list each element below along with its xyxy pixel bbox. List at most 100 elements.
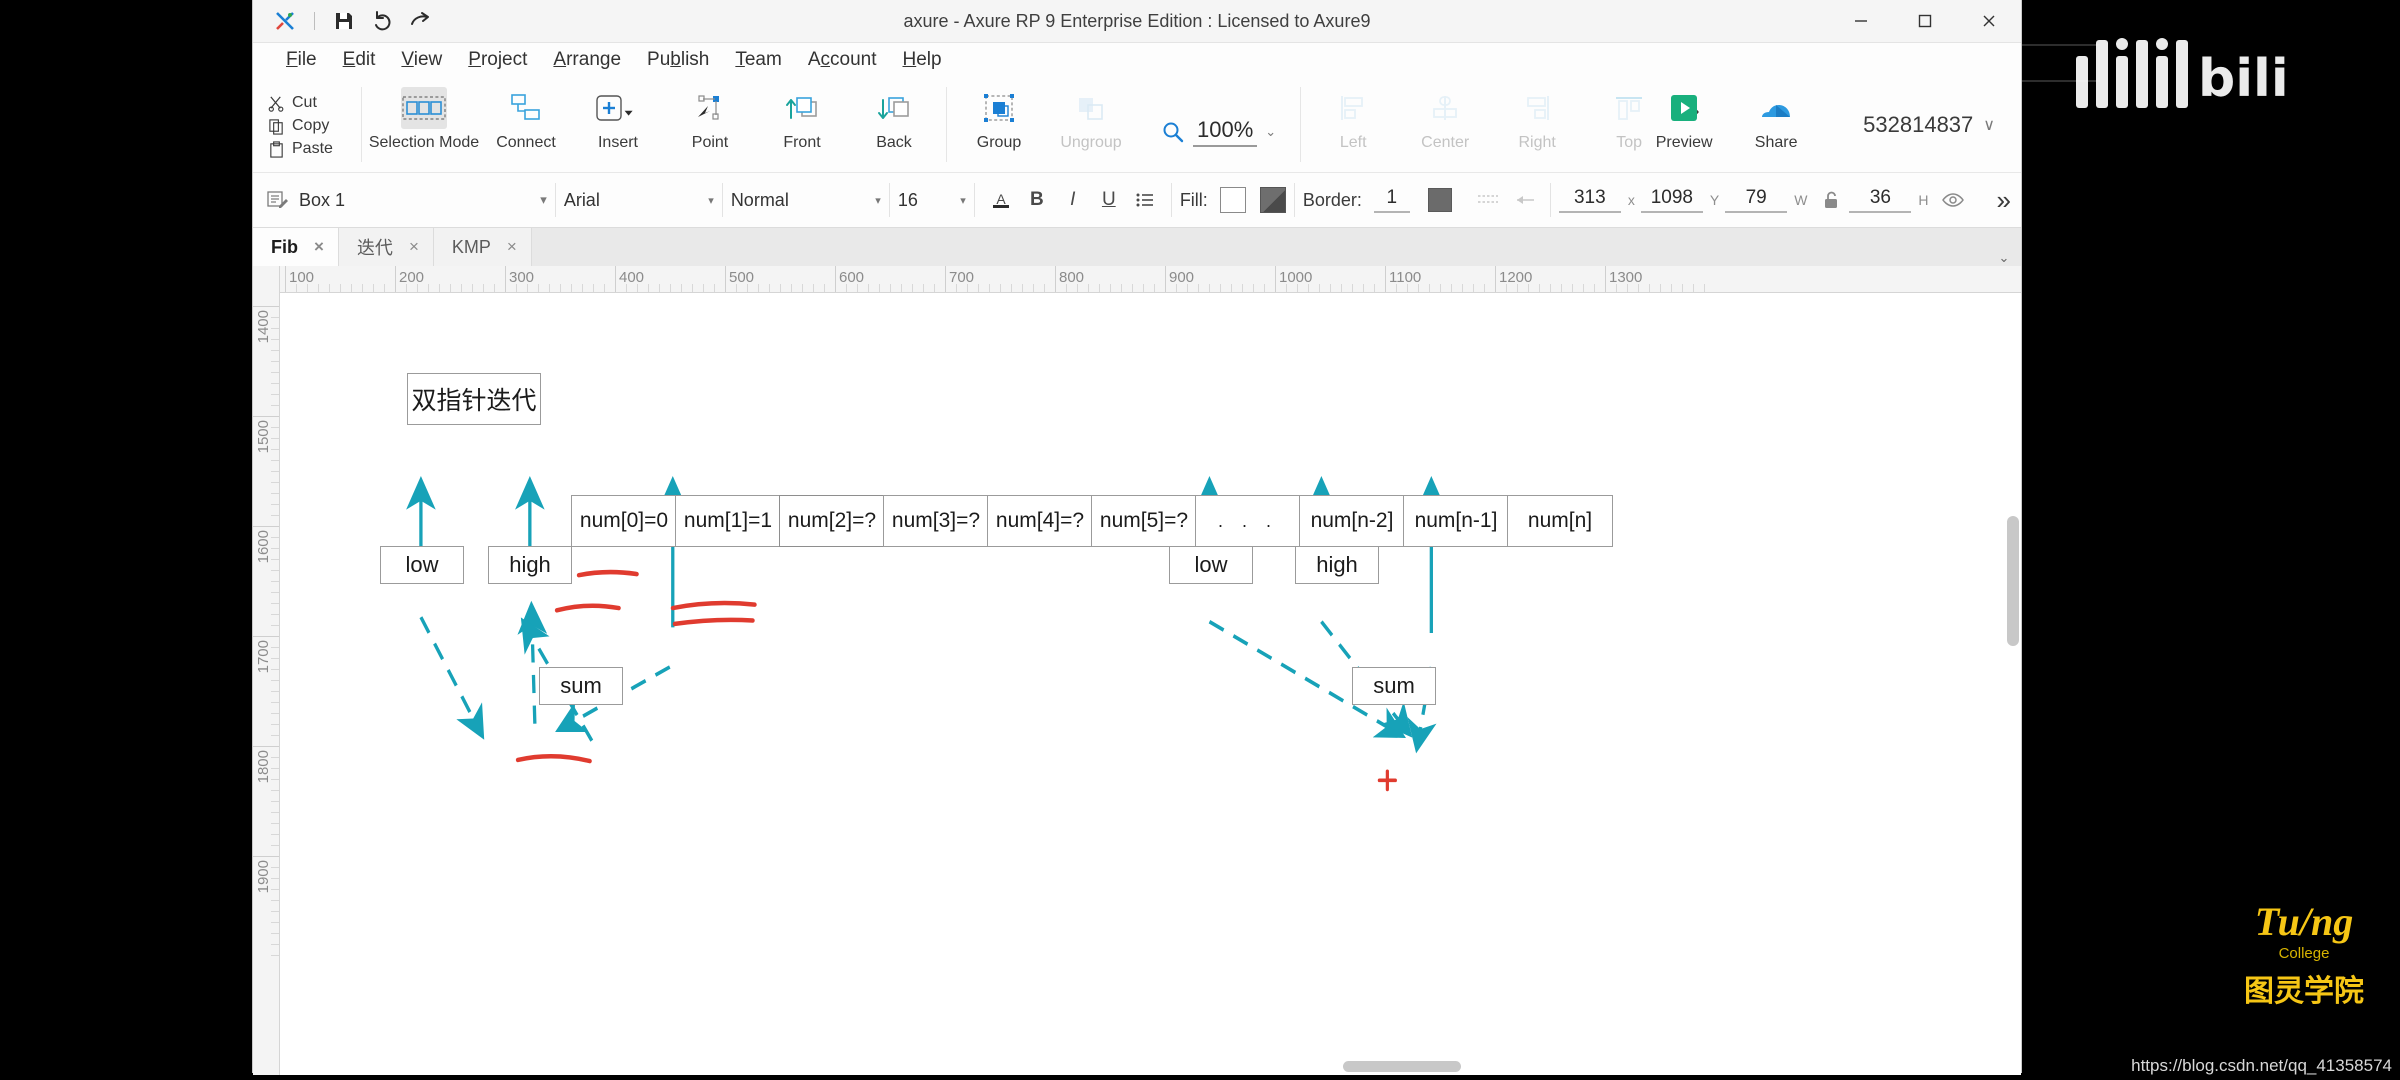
diagram-title-box[interactable]: 双指针迭代	[407, 373, 541, 425]
y-input[interactable]: 1098	[1640, 187, 1703, 213]
widget-name-field[interactable]: Box 1	[265, 188, 440, 212]
chevron-down-icon[interactable]: ⌄	[1265, 124, 1276, 140]
line-arrow-button[interactable]	[1506, 182, 1542, 218]
insert-button[interactable]: Insert	[572, 84, 664, 152]
fmt-sep-3	[888, 183, 890, 217]
ruler-minor-tick	[271, 592, 279, 593]
ruler-tick	[253, 746, 279, 747]
right-high-box[interactable]: high	[1295, 546, 1379, 584]
fill-gradient-swatch[interactable]	[1259, 187, 1286, 213]
array-cell-1[interactable]: num[1]=1	[675, 495, 781, 547]
tab-fib[interactable]: Fib ×	[253, 228, 339, 266]
paste-button[interactable]: Paste	[265, 139, 355, 159]
lock-aspect-button[interactable]	[1813, 182, 1849, 218]
array-cell-3[interactable]: num[3]=?	[883, 495, 989, 547]
close-icon[interactable]: ×	[507, 237, 517, 257]
visibility-toggle-button[interactable]	[1935, 182, 1971, 218]
tab-diedai[interactable]: 迭代 ×	[338, 228, 434, 266]
underline-button[interactable]: U	[1091, 182, 1127, 218]
ruler-minor-tick	[271, 603, 279, 604]
vertical-scrollbar-thumb[interactable]	[2007, 516, 2019, 646]
copy-button[interactable]: Copy	[265, 116, 355, 136]
array-cell-n[interactable]: num[n]	[1507, 495, 1613, 547]
ruler-minor-tick	[271, 735, 279, 736]
tabs-overflow-chevron-down-icon[interactable]: ⌄	[1987, 250, 2021, 266]
menu-file[interactable]: File	[273, 46, 330, 74]
left-sum-box[interactable]: sum	[539, 667, 623, 705]
horizontal-scrollbar-thumb[interactable]	[1343, 1061, 1461, 1072]
bullet-list-button[interactable]	[1127, 182, 1163, 218]
menu-team[interactable]: Team	[722, 46, 794, 74]
cut-button[interactable]: Cut	[265, 93, 355, 113]
align-left-button[interactable]: Left	[1307, 84, 1399, 152]
tab-kmp[interactable]: KMP ×	[433, 228, 532, 266]
widget-name-chevron-down-icon[interactable]: ▾	[540, 192, 547, 208]
preview-button[interactable]: Preview	[1638, 84, 1730, 152]
minimize-button[interactable]	[1829, 0, 1893, 42]
vertical-ruler[interactable]: 1400 1500 1600 1700 1800 1900	[253, 266, 280, 1075]
bold-label: B	[1029, 189, 1044, 210]
array-cell-2[interactable]: num[2]=?	[779, 495, 885, 547]
array-cell-0[interactable]: num[0]=0	[571, 495, 677, 547]
h-input[interactable]: 36	[1849, 187, 1912, 213]
selection-mode-button[interactable]: Selection Mode	[368, 84, 480, 152]
menu-publish[interactable]: Publish	[634, 46, 722, 74]
share-button[interactable]: Share	[1730, 84, 1822, 152]
line-style-button[interactable]	[1470, 182, 1506, 218]
font-family-select[interactable]: Arial ▾	[564, 190, 714, 211]
menu-account[interactable]: Account	[795, 46, 890, 74]
zoom-value[interactable]: 100%	[1193, 117, 1258, 147]
ruler-label: 700	[949, 269, 975, 286]
array-cell-4[interactable]: num[4]=?	[987, 495, 1093, 547]
menu-help[interactable]: Help	[890, 46, 955, 74]
menu-arrange[interactable]: Arrange	[540, 46, 634, 74]
account-menu[interactable]: 532814837 ∨	[1837, 84, 2021, 138]
ruler-minor-tick	[692, 284, 693, 292]
close-icon[interactable]: ×	[314, 237, 324, 257]
front-button[interactable]: Front	[756, 84, 848, 152]
format-overflow-button[interactable]: »	[1987, 185, 2021, 216]
array-cell-5[interactable]: num[5]=?	[1091, 495, 1197, 547]
close-button[interactable]	[1957, 0, 2021, 42]
font-size-select[interactable]: 16 ▾	[898, 190, 966, 211]
border-width-input[interactable]: 1	[1373, 187, 1410, 213]
x-input[interactable]: 313	[1558, 187, 1621, 213]
menu-view[interactable]: View	[388, 46, 455, 74]
point-button[interactable]: Point	[664, 84, 756, 152]
right-low-box[interactable]: low	[1169, 546, 1253, 584]
left-low-box[interactable]: low	[380, 546, 464, 584]
border-color-swatch[interactable]	[1427, 188, 1452, 212]
design-canvas[interactable]: 双指针迭代 num[0]=0 num[1]=1 num[2]=? num[3]=…	[280, 293, 2021, 1075]
ruler-minor-tick	[271, 394, 279, 395]
turing-sub: College	[2278, 945, 2330, 962]
align-right-button[interactable]: Right	[1491, 84, 1583, 152]
close-icon[interactable]: ×	[409, 237, 419, 257]
menu-edit[interactable]: Edit	[330, 46, 389, 74]
horizontal-ruler[interactable]: 100 200 300 400 500 600 700 800 900 1000 1100 1200 1…	[279, 266, 2021, 293]
back-button[interactable]: Back	[848, 84, 940, 152]
italic-button[interactable]: I	[1055, 182, 1091, 218]
w-input[interactable]: 79	[1725, 187, 1788, 213]
bold-button[interactable]: B	[1019, 182, 1055, 218]
array-cell-n-2[interactable]: num[n-2]	[1299, 495, 1405, 547]
array-cell-ellipsis[interactable]: . . .	[1195, 495, 1301, 547]
group-button[interactable]: Group	[953, 84, 1045, 152]
connect-button[interactable]: Connect	[480, 84, 572, 152]
maximize-button[interactable]	[1893, 0, 1957, 42]
y-unit-label: Y	[1709, 192, 1720, 208]
right-sum-box[interactable]: sum	[1352, 667, 1436, 705]
font-style-select[interactable]: Normal ▾	[731, 190, 881, 211]
ruler-minor-tick	[1407, 284, 1408, 292]
turing-cn-name: 图灵学院	[2244, 975, 2364, 1008]
array-cell-label: num[3]=?	[891, 509, 981, 532]
ruler-minor-tick	[271, 350, 279, 351]
array-cell-n-1[interactable]: num[n-1]	[1403, 495, 1509, 547]
align-center-button[interactable]: Center	[1399, 84, 1491, 152]
fill-none-swatch[interactable]	[1219, 187, 1246, 213]
zoom-control[interactable]: 100% ⌄	[1137, 77, 1294, 172]
ungroup-button[interactable]: Ungroup	[1045, 84, 1137, 152]
font-color-button[interactable]: A	[983, 182, 1019, 218]
left-high-box[interactable]: high	[488, 546, 572, 584]
menu-project[interactable]: Project	[455, 46, 540, 74]
ribbon-sep-2	[946, 87, 947, 162]
